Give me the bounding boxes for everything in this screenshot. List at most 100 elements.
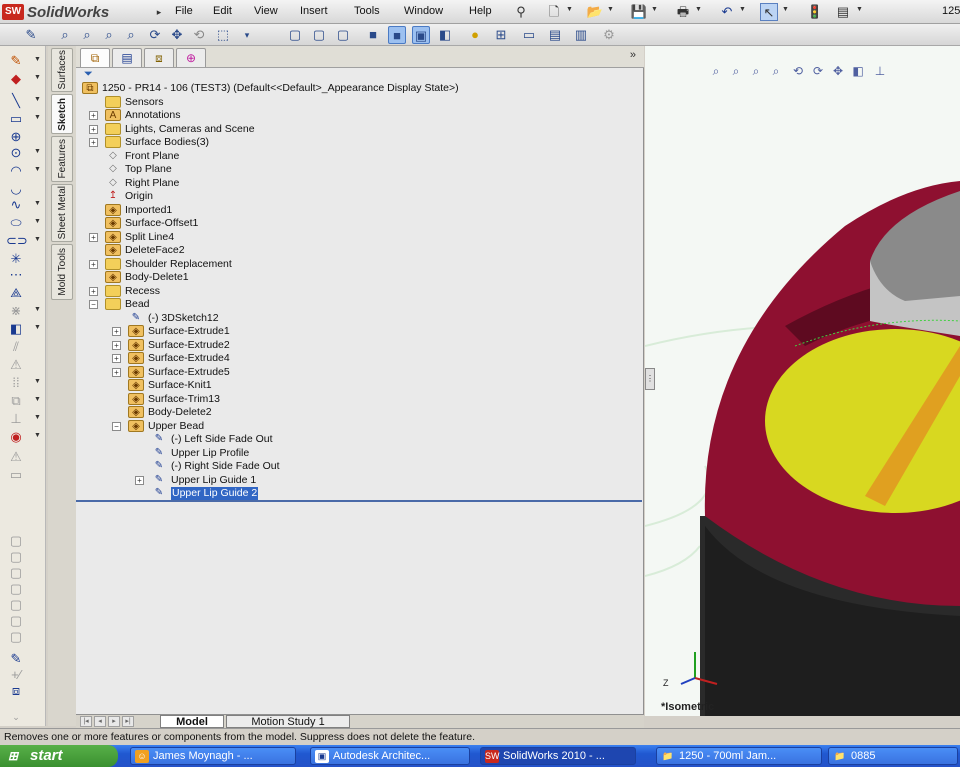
pattern-caret-icon[interactable]: ▼	[34, 378, 41, 385]
last-tab-nav-icon[interactable]: ▸|	[122, 716, 134, 727]
tree-item[interactable]: + ◈ Split Line4	[76, 230, 642, 244]
solidworks-logo[interactable]: SW SolidWorks	[2, 2, 109, 22]
expand-icon[interactable]: +	[89, 259, 98, 269]
tab-motion-study-1[interactable]: Motion Study 1	[226, 715, 350, 728]
select-dropdown-caret-icon[interactable]: ▼	[782, 6, 790, 13]
expand-icon[interactable]: +	[112, 340, 121, 350]
spline-icon[interactable]: ∿	[6, 196, 26, 214]
menu-insert[interactable]: Insert	[300, 5, 328, 17]
options-icon[interactable]: ▤	[834, 3, 852, 21]
shaded-icon[interactable]: ■	[388, 26, 406, 44]
tree-item[interactable]: ◇ Top Plane	[76, 163, 642, 176]
rotate-view-icon[interactable]: ⟳	[146, 26, 164, 44]
filter-icon[interactable]: ⏷	[84, 68, 93, 81]
spline-caret-icon[interactable]: ▼	[34, 200, 41, 207]
expand-icon[interactable]: +	[89, 286, 98, 296]
menu-edit[interactable]: Edit	[213, 5, 232, 17]
expand-icon[interactable]: +	[89, 111, 98, 120]
graphics-viewport[interactable]: ⌕ ⌕ ⌕ ⌕ ⟲ ⟳ ✥ ◧ ⊥ Z *Isometric	[645, 46, 960, 716]
tree-item[interactable]: ◈ DeleteFace2	[76, 244, 642, 257]
tree-item[interactable]: ◈ Imported1	[76, 203, 642, 217]
tree-item[interactable]: + ✎ Upper Lip Guide 1	[76, 474, 642, 487]
expand-icon[interactable]: +	[112, 327, 121, 336]
mirror-entities-icon[interactable]: ⚠	[6, 356, 26, 374]
tree-item[interactable]: ⧉ 1250 - PR14 - 106 (TEST3) (Default<<Def…	[76, 82, 642, 95]
collapse-icon[interactable]: −	[89, 300, 98, 309]
tree-item[interactable]: ◇ Front Plane	[76, 150, 642, 163]
section-view-icon[interactable]: ◧	[436, 26, 454, 44]
tree-item[interactable]: − Bead	[76, 298, 642, 311]
tree-item[interactable]: + Surface Bodies(3)	[76, 136, 642, 149]
single-viewport-icon[interactable]: ⊞	[492, 26, 510, 44]
perimeter-circle-icon[interactable]: ⊙	[6, 144, 26, 162]
slot-icon[interactable]: ⊂⊃	[6, 232, 28, 250]
tree-item[interactable]: ↥ Origin	[76, 190, 642, 203]
expand-icon[interactable]: +	[89, 138, 98, 147]
tree-item[interactable]: ◈ Surface-Offset1	[76, 217, 642, 230]
tree-item[interactable]: Sensors	[76, 95, 642, 109]
hud-zoom-selection-icon[interactable]: ⌕	[767, 64, 785, 79]
rapid-sketch-icon[interactable]: ▭	[6, 466, 26, 484]
hud-refresh-icon[interactable]: ⟳	[809, 64, 827, 78]
move-entities-icon[interactable]: ⧉	[6, 392, 26, 410]
two-viewport-horizontal-icon[interactable]: ▭	[520, 26, 538, 44]
expand-icon[interactable]: +	[89, 232, 98, 242]
menu-file[interactable]: File	[175, 5, 193, 17]
dim-xpert-tab-icon[interactable]: ⊕	[176, 48, 206, 67]
line-icon[interactable]: ╲	[6, 92, 26, 110]
line-caret-icon[interactable]: ▼	[34, 96, 41, 103]
print-dropdown-caret-icon[interactable]: ▼	[695, 6, 703, 13]
menu-tools[interactable]: Tools	[354, 5, 380, 17]
linear-pattern-icon[interactable]: ⁞⁞	[6, 374, 26, 392]
tree-item[interactable]: ✎ (-) Right Side Fade Out	[76, 460, 642, 473]
tree-item[interactable]: + A Annotations	[76, 109, 642, 122]
circle-caret-icon[interactable]: ▼	[34, 148, 41, 155]
expand-panel-icon[interactable]: »	[630, 49, 636, 61]
feature-tree-tab-icon[interactable]: ⧉	[80, 48, 110, 67]
new-document-icon[interactable]: 🗋	[545, 3, 563, 21]
expand-icon[interactable]: +	[89, 124, 98, 134]
property-manager-tab-icon[interactable]: ▤	[112, 48, 142, 67]
sketch-caret-icon[interactable]: ▼	[34, 56, 41, 63]
zoom-to-fit-icon[interactable]: ⌕	[56, 26, 74, 44]
hidden-lines-visible-icon[interactable]: ▢	[310, 26, 328, 44]
offset-entities-icon[interactable]: ⫽	[6, 338, 26, 356]
arc-caret-icon[interactable]: ▼	[34, 166, 41, 173]
appearance-icon[interactable]: ●	[466, 26, 484, 44]
sketch-icon[interactable]: ✎	[6, 52, 26, 70]
taskbar-item-folder-jam[interactable]: 📁 1250 - 700ml Jam...	[656, 747, 822, 765]
save-icon[interactable]: 💾	[630, 3, 648, 21]
sketch-tool-icon[interactable]: ✎	[22, 26, 40, 44]
repair-sketch-icon[interactable]: ◉	[6, 428, 26, 446]
repair-caret-icon[interactable]: ▼	[34, 432, 41, 439]
two-viewport-vertical-icon[interactable]: ▤	[546, 26, 564, 44]
tree-item[interactable]: + ◈ Surface-Extrude5	[76, 365, 642, 379]
convert-entities-icon[interactable]: ◧	[6, 320, 26, 338]
rectangle-icon[interactable]: ▭	[6, 110, 26, 128]
tab-sheet-metal[interactable]: Sheet Metal	[51, 184, 73, 242]
zoom-area-icon[interactable]: ⌕	[78, 26, 96, 44]
first-tab-nav-icon[interactable]: |◂	[80, 716, 92, 727]
hud-normal-to-icon[interactable]: ⊥	[871, 64, 889, 78]
smart-dimension-icon[interactable]: ◆	[6, 70, 26, 88]
hud-rotate-icon[interactable]: ⟲	[789, 64, 807, 78]
traffic-light-rebuild-icon[interactable]: 🚦	[806, 3, 824, 21]
hud-previous-view-icon[interactable]: ⌕	[747, 64, 765, 79]
taskbar-item-messenger[interactable]: ☺ James Moynagh - ...	[130, 747, 296, 765]
tab-mold-tools[interactable]: Mold Tools	[51, 244, 73, 300]
hud-view-orientation-icon[interactable]: ◧	[849, 64, 867, 78]
pin-icon[interactable]: ⚲	[512, 3, 530, 21]
undo-icon[interactable]: ↶	[718, 3, 736, 21]
polygon-icon[interactable]: ⟁	[6, 284, 26, 302]
menu-window[interactable]: Window	[404, 5, 443, 17]
taskbar-item-folder-0885[interactable]: 📁 0885	[828, 747, 958, 765]
wireframe-icon[interactable]: ▢	[286, 26, 304, 44]
tree-item[interactable]: ◈ Body-Delete1	[76, 271, 642, 284]
open-dropdown-caret-icon[interactable]: ▼	[607, 6, 615, 13]
tree-item[interactable]: ✎ Upper Lip Guide 2	[76, 487, 642, 500]
zoom-in-out-icon[interactable]: ⌕	[100, 26, 118, 44]
menu-view[interactable]: View	[254, 5, 278, 17]
next-tab-nav-icon[interactable]: ▸	[108, 716, 120, 727]
logo-menu-arrow-icon[interactable]: ▸	[152, 4, 166, 20]
tree-item[interactable]: + Lights, Cameras and Scene	[76, 122, 642, 136]
